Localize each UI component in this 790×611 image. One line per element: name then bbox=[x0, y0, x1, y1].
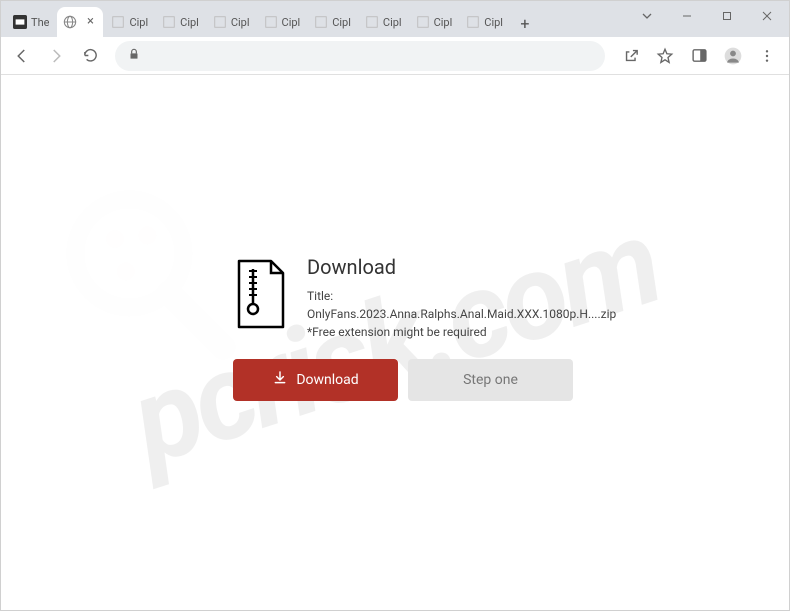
blank-favicon-icon bbox=[314, 15, 328, 29]
new-tab-button[interactable]: + bbox=[511, 9, 539, 37]
tab-label: Cipl bbox=[180, 16, 199, 29]
button-row: Download Step one bbox=[233, 359, 573, 401]
watermark-lens-icon bbox=[61, 185, 241, 365]
title-label: Title: bbox=[307, 287, 616, 305]
window-controls bbox=[627, 1, 787, 31]
tab-label: Cipl bbox=[434, 16, 453, 29]
tab-3[interactable]: Cipl bbox=[156, 7, 205, 37]
tab-label: Cipl bbox=[282, 16, 301, 29]
step-one-label: Step one bbox=[463, 372, 518, 388]
tab-label: Cipl bbox=[231, 16, 250, 29]
bookmark-star-icon[interactable] bbox=[649, 40, 681, 72]
tab-label: Cipl bbox=[383, 16, 402, 29]
share-icon[interactable] bbox=[615, 40, 647, 72]
blank-favicon-icon bbox=[111, 15, 125, 29]
tab-5[interactable]: Cipl bbox=[258, 7, 307, 37]
download-card: Download Title: OnlyFans.2023.Anna.Ralph… bbox=[233, 255, 573, 401]
close-window-button[interactable] bbox=[747, 1, 787, 31]
tab-2[interactable]: Cipl bbox=[105, 7, 154, 37]
kebab-menu-icon[interactable] bbox=[751, 40, 783, 72]
download-button[interactable]: Download bbox=[233, 359, 398, 401]
page-content: pcrisk.com bbox=[1, 75, 789, 610]
tab-label: Cipl bbox=[129, 16, 148, 29]
card-text: Download Title: OnlyFans.2023.Anna.Ralph… bbox=[307, 255, 616, 341]
chevron-down-icon[interactable] bbox=[627, 1, 667, 31]
tab-0[interactable]: The bbox=[7, 7, 55, 37]
reload-button[interactable] bbox=[75, 41, 105, 71]
address-bar[interactable] bbox=[115, 41, 605, 71]
titlebar: The × Cipl Cipl Cipl bbox=[1, 1, 789, 37]
blank-favicon-icon bbox=[416, 15, 430, 29]
filename: OnlyFans.2023.Anna.Ralphs.Anal.Maid.XXX.… bbox=[307, 305, 616, 323]
globe-icon bbox=[63, 15, 77, 29]
tab-label: Cipl bbox=[484, 16, 503, 29]
tab-4[interactable]: Cipl bbox=[207, 7, 256, 37]
minimize-button[interactable] bbox=[667, 1, 707, 31]
maximize-button[interactable] bbox=[707, 1, 747, 31]
blank-favicon-icon bbox=[466, 15, 480, 29]
download-heading: Download bbox=[307, 255, 616, 279]
browser-window: The × Cipl Cipl Cipl bbox=[0, 0, 790, 611]
close-tab-icon[interactable]: × bbox=[83, 15, 97, 29]
side-panel-icon[interactable] bbox=[683, 40, 715, 72]
lock-icon bbox=[127, 46, 141, 65]
blank-favicon-icon bbox=[264, 15, 278, 29]
tab-8[interactable]: Cipl bbox=[410, 7, 459, 37]
tab-label: The bbox=[31, 16, 49, 29]
tab-label: Cipl bbox=[332, 16, 351, 29]
extension-note: *Free extension might be required bbox=[307, 323, 616, 341]
toolbar bbox=[1, 37, 789, 75]
blank-favicon-icon bbox=[365, 15, 379, 29]
forward-button[interactable] bbox=[41, 41, 71, 71]
blank-favicon-icon bbox=[162, 15, 176, 29]
back-button[interactable] bbox=[7, 41, 37, 71]
tab-strip: The × Cipl Cipl Cipl bbox=[1, 1, 627, 37]
favicon-icon bbox=[13, 15, 27, 29]
profile-avatar-icon[interactable] bbox=[717, 40, 749, 72]
step-one-button[interactable]: Step one bbox=[408, 359, 573, 401]
tab-9[interactable]: Cipl bbox=[460, 7, 509, 37]
card-top: Download Title: OnlyFans.2023.Anna.Ralph… bbox=[233, 255, 573, 341]
tab-7[interactable]: Cipl bbox=[359, 7, 408, 37]
download-icon bbox=[272, 370, 288, 390]
tab-1[interactable]: × bbox=[57, 7, 103, 37]
tab-6[interactable]: Cipl bbox=[308, 7, 357, 37]
toolbar-right bbox=[615, 40, 783, 72]
download-button-label: Download bbox=[296, 372, 358, 388]
zip-file-icon bbox=[233, 259, 289, 331]
blank-favicon-icon bbox=[213, 15, 227, 29]
